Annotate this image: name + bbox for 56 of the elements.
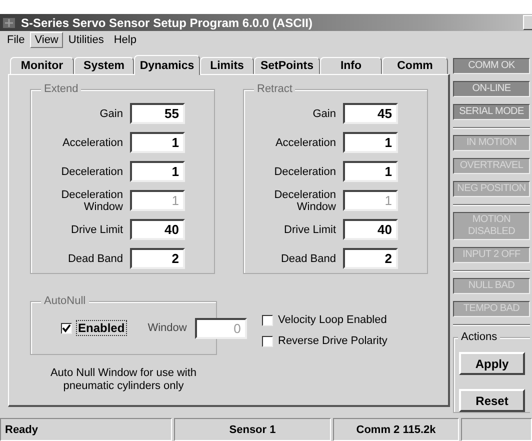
field-label: Dead Band (280, 252, 336, 264)
checkbox[interactable] (61, 322, 72, 334)
status-pane: Sensor 1 (174, 418, 331, 441)
group-title: Actions (458, 331, 500, 343)
field-label: Deceleration (274, 166, 336, 178)
input-field[interactable]: 1 (343, 132, 398, 153)
checkbox-label: Reverse Drive Polarity (278, 335, 388, 347)
field-label: Drive Limit (284, 224, 336, 236)
field-label: Deceleration Window (61, 188, 123, 212)
field-label: Gain (312, 108, 336, 120)
field-label: Acceleration (275, 136, 336, 148)
field-label: Dead Band (68, 252, 123, 264)
status-pane: Ready (0, 418, 172, 441)
checkbox-label: Enabled (77, 321, 126, 335)
checkbox-label: Velocity Loop Enabled (278, 314, 387, 326)
menu-item[interactable]: View (30, 32, 64, 48)
status-indicator: COMM OK (453, 58, 530, 74)
status-indicator: SERIAL MODE (453, 104, 530, 120)
field-label: Deceleration (61, 166, 123, 178)
input-field[interactable]: 1 (343, 161, 398, 182)
tab[interactable]: Comm (382, 57, 448, 74)
status-pane (461, 418, 532, 441)
input-field[interactable]: 2 (343, 248, 398, 269)
tab[interactable]: Info (320, 57, 382, 74)
status-indicator: ON-LINE (453, 81, 530, 97)
field-label: Deceleration Window (274, 188, 336, 212)
field-label: Gain (100, 108, 123, 120)
input-field[interactable]: 55 (130, 103, 185, 124)
tab[interactable]: Monitor (10, 57, 74, 74)
checkbox[interactable] (262, 314, 273, 326)
input-field[interactable]: 40 (343, 219, 398, 240)
checkbox[interactable] (262, 336, 273, 346)
group-title: Extend (41, 83, 82, 95)
input-field[interactable]: 2 (130, 248, 185, 269)
close-button[interactable] (523, 15, 532, 30)
field-label: Drive Limit (71, 224, 123, 236)
window-title: S-Series Servo Sensor Setup Program 6.0.0 (ASCII) (21, 16, 312, 30)
status-pane: Comm 2 115.2k (333, 418, 459, 441)
tab[interactable]: SetPoints (254, 57, 320, 74)
note-text: Auto Null Window for use with pneumatic cylinders only (50, 367, 197, 393)
input-field[interactable]: 45 (343, 103, 398, 124)
app-icon (2, 16, 16, 28)
group-title: AutoNull (41, 295, 89, 307)
action-button[interactable]: Reset (459, 389, 525, 412)
menu-item[interactable]: File (2, 32, 30, 48)
menu-item[interactable]: Help (108, 32, 142, 48)
input-field[interactable]: 1 (130, 161, 185, 182)
group-title: Retract (254, 83, 296, 95)
menu-item[interactable]: Utilities (63, 32, 109, 48)
field-label: Window (148, 322, 187, 334)
input-field[interactable]: 40 (130, 219, 185, 240)
field-label: Acceleration (62, 136, 123, 148)
tab[interactable]: Limits (200, 57, 254, 74)
input-field[interactable]: 1 (130, 132, 185, 153)
action-button[interactable]: Apply (459, 352, 525, 375)
tab[interactable]: Dynamics (134, 55, 200, 75)
